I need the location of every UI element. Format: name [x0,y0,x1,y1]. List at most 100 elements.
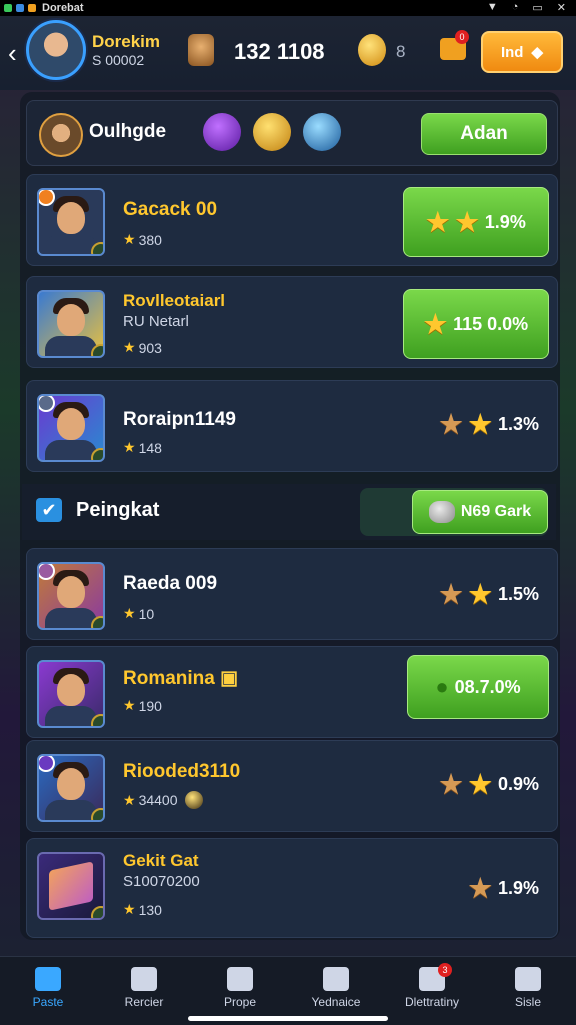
bottom-nav: Paste Rercier Prope Yednaice 3 Dlettrati… [0,956,576,1025]
reward-value: 0.9% [497,774,539,794]
avatar[interactable] [26,20,86,80]
player-subtitle: S10070200 [123,873,200,890]
player-name: Rovlleotaiarl [123,291,226,310]
player-name: Raeda 009 [123,573,218,594]
star-icon: ★ [439,409,463,439]
list-item[interactable]: Raeda 009 ★ 10 ★ ★ 1.5% [26,548,558,640]
nav-item-dlettratiny[interactable]: 3 Dlettratiny [384,963,480,1009]
player-avatar [37,290,105,358]
player-name: Roraipn1149 [123,409,236,430]
star-icon: ★ [439,769,463,799]
potion-icon: ● [435,674,449,699]
reward-box[interactable]: ● 08.7.0% [407,655,549,719]
reward-value: 1.9% [484,211,526,232]
trophy-icon [188,34,214,66]
reward-value: 1.9% [497,878,539,898]
reward-display: ★ 1.9% [469,873,539,904]
battery-icon: ▭ [532,2,543,14]
header-action-label: Ind [500,43,524,61]
home-indicator[interactable] [188,1016,388,1021]
coin-count: 8 [396,42,406,61]
star-icon: ★ [423,308,448,339]
player-avatar [37,188,105,256]
home-icon [35,967,61,991]
player-score: ★ 190 [123,697,162,714]
player-score: ★ 148 [123,439,162,456]
star-icon: ★ [468,579,492,609]
list-item[interactable]: Rovlleotaiarl RU Netarl ★ 903 ★ 115 0.0% [26,276,558,368]
close-icon: ✕ [556,2,566,14]
reward-value: 1.3% [497,414,539,434]
chart-icon [227,967,253,991]
list-item[interactable]: Gekit Gat S10070200 ★ 130 ★ 1.9% [26,838,558,938]
check-icon[interactable]: ✔ [36,498,62,522]
list-item[interactable]: Roraipn1149 ★ 148 ★ ★ 1.3% [26,380,558,472]
app-icon [28,4,36,12]
player-avatar [37,754,105,822]
crown-icon: ▣ [220,668,239,689]
star-icon: ★ [468,409,492,439]
gem-badge-icon[interactable] [203,113,241,151]
section-title: Oulhgde [89,121,167,142]
player-score: ★ 380 [123,231,162,248]
section-title: Peingkat [76,499,160,521]
star-icon: ★ [468,873,492,903]
nav-item-prope[interactable]: Prope [192,967,288,1009]
app-icon [16,4,24,12]
reward-box[interactable]: ★ 115 0.0% [403,289,549,359]
player-name: Romanina ▣ [123,668,239,689]
nav-item-paste[interactable]: Paste [0,967,96,1009]
username: Dorekim [92,32,161,51]
notification-badge: 3 [438,963,452,977]
gold-badge-icon[interactable] [253,113,291,151]
reward-display: ★ ★ 1.5% [439,579,539,610]
points-value: 132 1108 [234,39,325,64]
star-icon: ★ [455,206,479,237]
section-header: ✔ Peingkat N69 Gark [22,484,556,540]
player-avatar [37,562,105,630]
list-item[interactable]: Riooded3110 ★ 34400 ★ ★ 0.9% [26,740,558,832]
player-score: ★ 903 [123,339,162,356]
header-action-button[interactable]: Ind ◆ [481,31,563,73]
status-bar: Dorebat ▼ ◔ ▭ ✕ [0,0,576,16]
profile-icon [515,967,541,991]
player-score: ★ 34400 [123,791,203,809]
top-bar: ‹ Dorekim S 00002 132 1108 8 0 Ind ◆ [0,16,576,90]
reward-display: ★ ★ 0.9% [439,769,539,800]
player-score: ★ 10 [123,605,155,622]
reward-value: 115 0.0% [453,313,529,334]
star-icon: ★ [468,769,492,799]
nav-item-yednaice[interactable]: Yednaice [288,967,384,1009]
notification-badge: 0 [455,30,469,44]
list-item[interactable]: Gacack 00 ★ 380 ★ ★ 1.9% [26,174,558,266]
status-icons: ▼ ◔ ▭ ✕ [487,1,566,14]
back-icon[interactable]: ‹ [8,38,17,69]
star-icon: ★ [426,206,450,237]
user-id: S 00002 [92,52,145,68]
nav-item-sisle[interactable]: Sisle [480,967,576,1009]
item-thumbnail [37,852,105,920]
section-action-button[interactable]: N69 Gark [412,490,548,534]
player-name: Gacack 00 [123,199,218,220]
avatar [39,113,83,157]
reward-box[interactable]: ★ ★ 1.9% [403,187,549,257]
list-item[interactable]: Romanina ▣ ★ 190 ● 08.7.0% [26,646,558,738]
reward-display: ★ ★ 1.3% [439,409,539,440]
ticket-icon: ◆ [531,44,544,61]
adan-button[interactable]: Adan [421,113,547,155]
house-icon [131,967,157,991]
app-icon [4,4,12,12]
blue-badge-icon[interactable] [303,113,341,151]
reward-value: 1.5% [497,584,539,604]
player-avatar [37,660,105,728]
player-avatar [37,394,105,462]
reward-value: 08.7.0% [454,676,521,697]
star-icon: ★ [439,579,463,609]
nav-item-rercier[interactable]: Rercier [96,967,192,1009]
status-title: Dorebat [42,2,84,14]
player-score: ★ 130 [123,901,162,918]
signal-icon: ▼ [486,1,498,13]
coin-icon [184,791,203,809]
rock-icon [428,501,455,523]
player-subtitle: RU Netarl [123,313,189,330]
